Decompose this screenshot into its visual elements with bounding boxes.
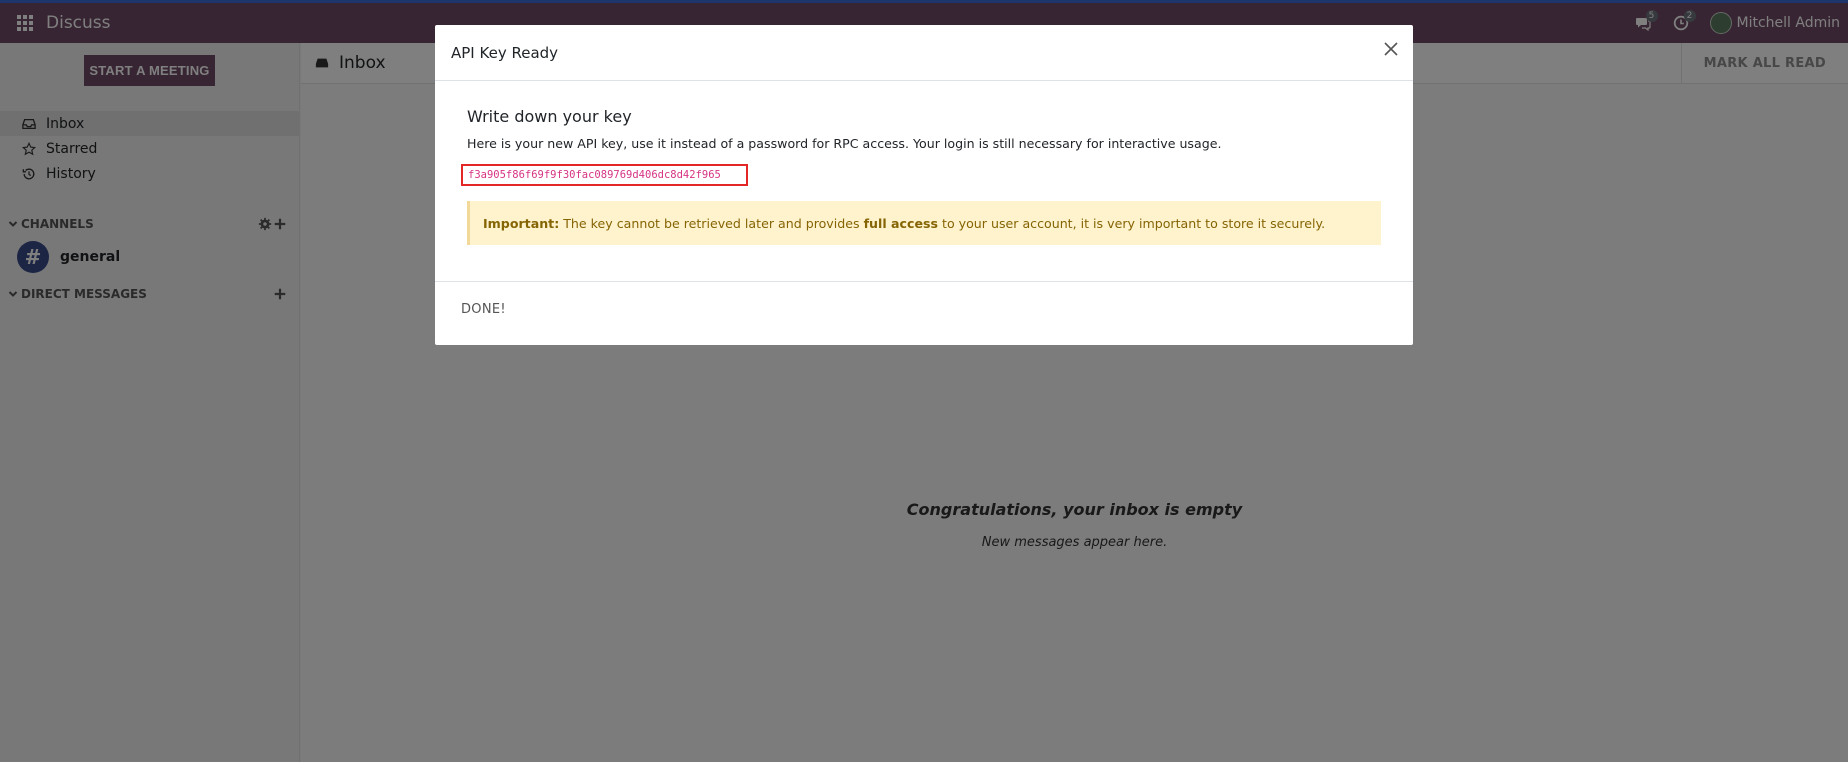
- alert-label: Important:: [483, 215, 560, 231]
- dialog-body: Write down your key Here is your new API…: [435, 81, 1413, 305]
- alert-text: to your user account, it is very importa…: [938, 215, 1326, 231]
- alert-bold-text: full access: [863, 215, 938, 231]
- important-alert: Important: The key cannot be retrieved l…: [467, 201, 1381, 245]
- alert-text: The key cannot be retrieved later and pr…: [559, 215, 864, 231]
- api-key-value[interactable]: f3a905f86f69f9f30fac089769d406dc8d42f965: [461, 164, 748, 186]
- close-icon[interactable]: [1383, 41, 1399, 57]
- dialog-description: Here is your new API key, use it instead…: [467, 136, 1222, 151]
- dialog-heading: Write down your key: [467, 107, 632, 126]
- dialog-header: API Key Ready: [435, 25, 1413, 81]
- dialog-title: API Key Ready: [451, 44, 559, 62]
- done-button[interactable]: DONE!: [461, 302, 506, 317]
- api-key-dialog: API Key Ready Write down your key Here i…: [435, 25, 1413, 345]
- dialog-footer: DONE!: [435, 281, 1413, 345]
